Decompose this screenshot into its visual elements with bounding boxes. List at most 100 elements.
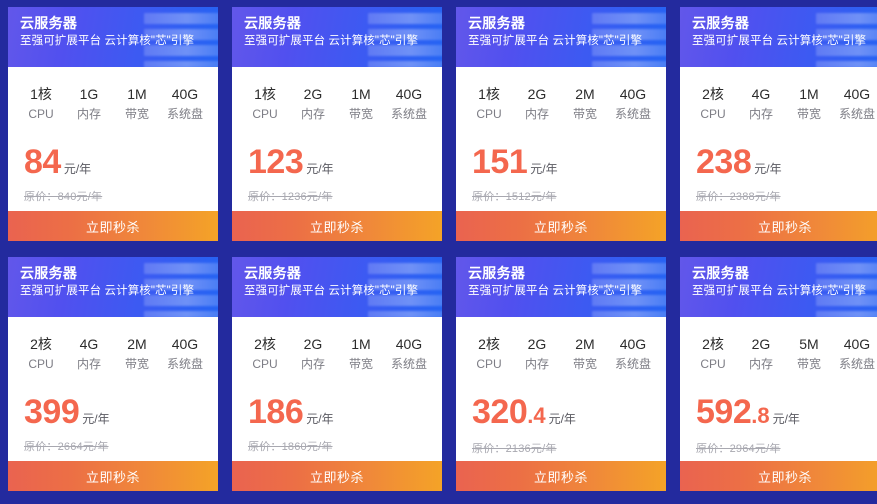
product-card[interactable]: 云服务器 至强可扩展平台 云计算核"芯"引擎 2核 CPU 2G 内存 2M 带… — [456, 257, 666, 491]
price-amount: 320 — [472, 393, 528, 431]
price-unit: 元/年 — [530, 162, 558, 176]
spec-value: 2核 — [30, 336, 52, 352]
price-decimal: .4 — [527, 403, 546, 428]
spec-item: 1M 带宽 — [119, 85, 155, 123]
original-price: 原价：2136元/年 — [472, 443, 557, 455]
product-card-grid: 云服务器 至强可扩展平台 云计算核"芯"引擎 1核 CPU 1G 内存 1M 带… — [0, 0, 877, 491]
card-subtitle: 至强可扩展平台 云计算核"芯"引擎 — [468, 285, 643, 297]
buy-now-button[interactable]: 立即秒杀 — [8, 211, 218, 241]
spec-item: 2M 带宽 — [119, 335, 155, 373]
price-amount: 123 — [248, 143, 304, 181]
spec-value: 2G — [751, 336, 771, 352]
spec-value: 40G — [395, 336, 423, 352]
card-title: 云服务器 — [244, 265, 302, 281]
spec-item: 2G 内存 — [519, 85, 555, 123]
card-title: 云服务器 — [468, 15, 526, 31]
spec-item: 2G 内存 — [743, 335, 779, 373]
spec-list: 2核 CPU 2G 内存 2M 带宽 40G 系统盘 — [467, 335, 655, 373]
product-card[interactable]: 云服务器 至强可扩展平台 云计算核"芯"引擎 2核 CPU 2G 内存 5M 带… — [680, 257, 877, 491]
spec-item: 2核 CPU — [695, 85, 731, 123]
card-header: 云服务器 至强可扩展平台 云计算核"芯"引擎 — [8, 257, 218, 317]
price-row: 320 .4 元/年 — [467, 395, 655, 431]
spec-label: 系统盘 — [838, 357, 875, 371]
original-price: 原价：2388元/年 — [696, 191, 781, 203]
price-unit: 元/年 — [63, 162, 92, 176]
product-card[interactable]: 云服务器 至强可扩展平台 云计算核"芯"引擎 1核 CPU 2G 内存 1M 带… — [232, 7, 442, 241]
spec-value: 40G — [843, 86, 871, 102]
product-card[interactable]: 云服务器 至强可扩展平台 云计算核"芯"引擎 2核 CPU 4G 内存 2M 带… — [8, 257, 218, 491]
price-row: 84 元/年 — [19, 145, 207, 179]
card-subtitle: 至强可扩展平台 云计算核"芯"引擎 — [20, 35, 195, 47]
buy-now-button[interactable]: 立即秒杀 — [8, 461, 218, 491]
price-amount: 186 — [248, 393, 304, 431]
price-row: 123 元/年 — [243, 145, 431, 179]
spec-label: 带宽 — [796, 107, 821, 121]
spec-value: 40G — [843, 336, 871, 352]
spec-value: 2核 — [478, 336, 500, 352]
spec-value: 40G — [395, 86, 423, 102]
spec-item: 2G 内存 — [519, 335, 555, 373]
product-card[interactable]: 云服务器 至强可扩展平台 云计算核"芯"引擎 2核 CPU 2G 内存 1M 带… — [232, 257, 442, 491]
spec-value: 4G — [79, 336, 99, 352]
spec-list: 2核 CPU 2G 内存 1M 带宽 40G 系统盘 — [243, 335, 431, 373]
card-body: 1核 CPU 2G 内存 1M 带宽 40G 系统盘 123 元/年 原价：12… — [232, 67, 442, 211]
original-price: 原价：2664元/年 — [24, 441, 109, 453]
spec-list: 1核 CPU 2G 内存 2M 带宽 40G 系统盘 — [467, 85, 655, 123]
buy-now-button[interactable]: 立即秒杀 — [232, 211, 442, 241]
card-title: 云服务器 — [20, 15, 78, 31]
spec-label: 带宽 — [572, 357, 597, 371]
spec-list: 2核 CPU 4G 内存 1M 带宽 40G 系统盘 — [691, 85, 877, 123]
spec-label: 内存 — [524, 107, 549, 121]
card-header: 云服务器 至强可扩展平台 云计算核"芯"引擎 — [8, 7, 218, 67]
spec-item: 4G 内存 — [743, 85, 779, 123]
buy-now-button[interactable]: 立即秒杀 — [680, 211, 877, 241]
spec-value: 5M — [799, 336, 819, 352]
spec-item: 1M 带宽 — [791, 85, 827, 123]
spec-label: 系统盘 — [838, 107, 875, 121]
spec-label: 系统盘 — [390, 107, 427, 121]
spec-item: 2G 内存 — [295, 85, 331, 123]
spec-item: 1G 内存 — [71, 85, 107, 123]
spec-value: 1M — [351, 86, 371, 102]
spec-list: 2核 CPU 2G 内存 5M 带宽 40G 系统盘 — [691, 335, 877, 373]
price-row: 238 元/年 — [691, 145, 877, 179]
price-unit: 元/年 — [306, 412, 334, 426]
spec-label: 系统盘 — [166, 107, 203, 121]
spec-value: 1M — [127, 86, 147, 102]
spec-value: 1核 — [254, 86, 276, 102]
spec-item: 40G 系统盘 — [167, 85, 203, 123]
buy-now-button[interactable]: 立即秒杀 — [456, 211, 666, 241]
card-body: 2核 CPU 4G 内存 1M 带宽 40G 系统盘 238 元/年 原价：23… — [680, 67, 877, 211]
spec-item: 1M 带宽 — [343, 85, 379, 123]
spec-value: 40G — [619, 86, 647, 102]
spec-list: 2核 CPU 4G 内存 2M 带宽 40G 系统盘 — [19, 335, 207, 373]
spec-item: 1核 CPU — [471, 85, 507, 123]
spec-item: 1核 CPU — [247, 85, 283, 123]
spec-value: 40G — [171, 336, 199, 352]
spec-value: 40G — [171, 86, 199, 102]
spec-value: 2M — [127, 336, 147, 352]
spec-label: 内存 — [76, 357, 101, 371]
spec-list: 1核 CPU 1G 内存 1M 带宽 40G 系统盘 — [19, 85, 207, 123]
spec-item: 2G 内存 — [295, 335, 331, 373]
product-card[interactable]: 云服务器 至强可扩展平台 云计算核"芯"引擎 1核 CPU 1G 内存 1M 带… — [8, 7, 218, 241]
spec-label: CPU — [700, 357, 726, 371]
spec-label: 内存 — [748, 357, 773, 371]
price-unit: 元/年 — [82, 412, 110, 426]
spec-label: 系统盘 — [166, 357, 203, 371]
price-row: 399 元/年 — [19, 395, 207, 429]
buy-now-button[interactable]: 立即秒杀 — [680, 461, 877, 491]
spec-label: CPU — [476, 357, 502, 371]
price-unit: 元/年 — [306, 162, 334, 176]
product-card[interactable]: 云服务器 至强可扩展平台 云计算核"芯"引擎 1核 CPU 2G 内存 2M 带… — [456, 7, 666, 241]
card-body: 2核 CPU 4G 内存 2M 带宽 40G 系统盘 399 元/年 原价：26… — [8, 317, 218, 461]
card-header: 云服务器 至强可扩展平台 云计算核"芯"引擎 — [680, 257, 877, 317]
spec-label: 内存 — [300, 357, 325, 371]
spec-item: 40G 系统盘 — [839, 85, 875, 123]
spec-value: 2核 — [254, 336, 276, 352]
buy-now-button[interactable]: 立即秒杀 — [232, 461, 442, 491]
product-card[interactable]: 云服务器 至强可扩展平台 云计算核"芯"引擎 2核 CPU 4G 内存 1M 带… — [680, 7, 877, 241]
buy-now-button[interactable]: 立即秒杀 — [456, 461, 666, 491]
price-row: 151 元/年 — [467, 145, 655, 179]
spec-label: 系统盘 — [390, 357, 427, 371]
